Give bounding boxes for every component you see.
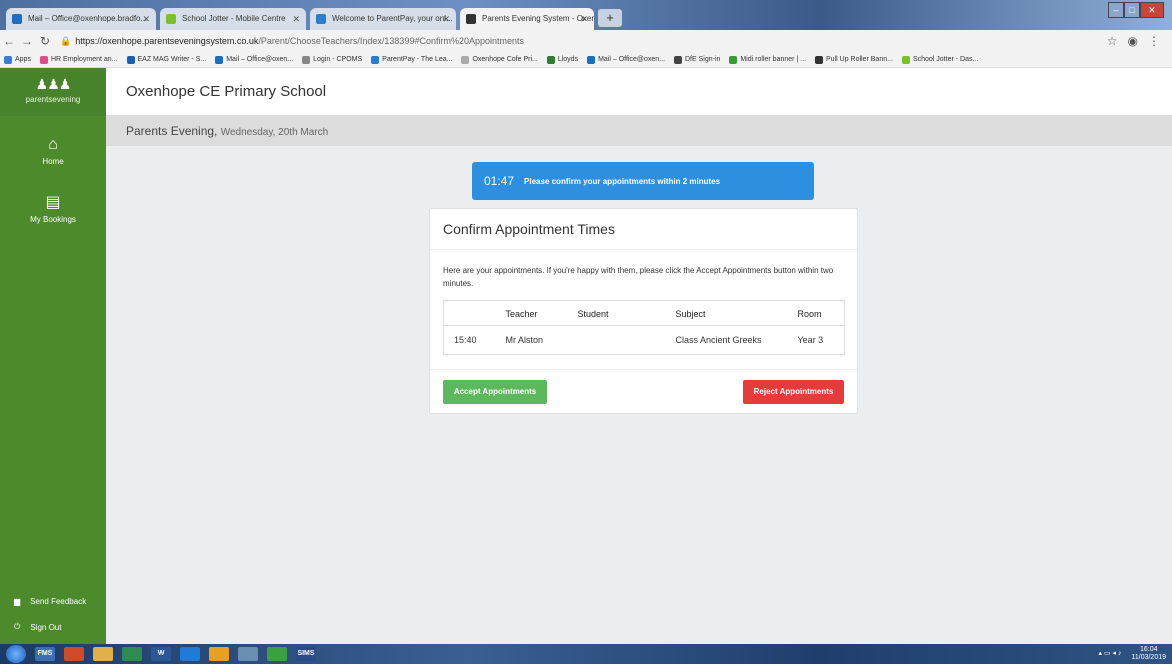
bookmark-item[interactable]: School Jotter - Das... [901,55,978,64]
bookmark-item[interactable]: EAZ MAG Writer - S... [126,55,206,64]
close-tab-icon[interactable]: ✕ [580,8,588,30]
sidebar-item-my-bookings[interactable]: ▤ My Bookings [0,192,106,224]
taskbar-ie-icon[interactable] [180,647,200,661]
person-favicon-icon [466,14,476,24]
star-icon[interactable]: ☆ [1107,34,1118,48]
reject-appointments-button[interactable]: Reject Appointments [743,380,844,404]
taskbar-chrome-icon[interactable] [209,647,229,661]
browser-tab-strip: Mail – Office@oxenhope.bradfo... ✕ Schoo… [0,0,1172,30]
clock[interactable]: 16:04 11/03/2019 [1131,646,1166,662]
countdown-message: Please confirm your appointments within … [524,176,721,186]
url-field[interactable]: 🔒 https://oxenhope.parentseveningsystem.c… [60,36,1107,47]
taskbar-folder-icon[interactable] [93,647,113,661]
taskbar-sims[interactable]: SIMS [296,647,316,661]
start-button-icon[interactable] [6,645,26,663]
instructions-text: Here are your appointments. If you're ha… [443,266,834,288]
bookmark-favicon-icon [587,55,596,64]
comment-icon: ▆ [14,597,21,606]
maximize-icon[interactable]: □ [1123,2,1140,18]
close-tab-icon[interactable]: ✕ [442,8,450,30]
bookmark-item[interactable]: Login - CPOMS [302,55,362,64]
taskbar-media-icon[interactable] [64,647,84,661]
tab-mail[interactable]: Mail – Office@oxenhope.bradfo... ✕ [6,8,156,30]
bookmark-item[interactable]: HR Employment an... [39,55,118,64]
new-tab-button[interactable]: + [598,9,622,27]
taskbar-word[interactable]: W [151,647,171,661]
forward-arrow-icon[interactable]: → [18,34,36,48]
bookmark-favicon-icon [815,55,824,64]
table-row: 15:40 Mr Alston Class Ancient Greeks Yea… [454,335,824,345]
bookmark-item[interactable]: Oxenhope Cofe Pri... [461,55,538,64]
countdown-banner: 01:47 Please confirm your appointments w… [472,162,814,200]
os-taskbar: FMS W SIMS ▴ ▭ ◂ ♪ 16:04 11/03/2019 [0,644,1172,664]
back-arrow-icon[interactable]: ← [0,34,18,48]
window-controls: – □ ✕ [1108,2,1164,18]
logo[interactable]: ♟♟♟ parentsevening [0,68,106,116]
send-feedback-link[interactable]: ▆ Send Feedback [0,589,106,614]
minimize-icon[interactable]: – [1108,2,1124,18]
system-tray: ▴ ▭ ◂ ♪ 16:04 11/03/2019 [1099,646,1167,662]
bookmark-favicon-icon [215,55,224,64]
bookmark-item[interactable]: Mail – Office@oxen... [215,55,293,64]
bookmark-favicon-icon [461,55,470,64]
accept-appointments-button[interactable]: Accept Appointments [443,380,547,404]
parentpay-favicon-icon [316,14,326,24]
menu-kebab-icon[interactable]: ⋮ [1148,34,1160,48]
address-bar: ← → ↻ 🔒 https://oxenhope.parentseveningsy… [0,30,1172,52]
lock-icon: 🔒 [60,35,72,46]
bookmark-item[interactable]: Pull Up Roller Bann... [815,55,893,64]
taskbar-app-icon[interactable] [238,647,258,661]
page-header: Oxenhope CE Primary School [106,68,1172,116]
taskbar-excel-icon[interactable] [122,647,142,661]
bookmark-favicon-icon [901,55,910,64]
bookmark-item[interactable]: ParentPay - The Lea... [371,55,452,64]
tab-parents-evening[interactable]: Parents Evening System - Oxenh... ✕ [460,8,594,30]
main-content: 01:47 Please confirm your appointments w… [106,146,1172,644]
apps-grid-icon [4,55,12,64]
tab-school-jotter[interactable]: School Jotter - Mobile Centre ✕ [160,8,306,30]
reload-icon[interactable]: ↻ [36,34,54,48]
sign-out-link[interactable]: ⏻ Sign Out [0,614,106,640]
bookmark-favicon-icon [39,55,48,64]
countdown-time: 01:47 [484,174,515,188]
close-window-icon[interactable]: ✕ [1139,2,1164,18]
close-tab-icon[interactable]: ✕ [142,8,150,30]
bookmark-favicon-icon [126,55,135,64]
appointments-table: Teacher Student Subject Room 15:40 Mr Al… [443,300,845,355]
bookmark-favicon-icon [371,55,380,64]
tray-icons[interactable]: ▴ ▭ ◂ ♪ [1099,650,1122,658]
power-icon: ⏻ [14,622,21,631]
close-tab-icon[interactable]: ✕ [292,8,300,30]
sidebar-item-home[interactable]: ⌂ Home [0,136,106,166]
sidebar: ♟♟♟ parentsevening ⌂ Home ▤ My Bookings … [0,68,106,644]
taskbar-fms[interactable]: FMS [35,647,55,661]
bookmark-item[interactable]: Midi roller banner | ... [729,55,806,64]
mail-favicon-icon [12,14,22,24]
bookmark-item[interactable]: Lloyds [546,55,578,64]
bookmark-item[interactable]: Mail – Office@oxen... [587,55,665,64]
table-header-row: Teacher Student Subject Room [443,300,845,326]
bookmark-favicon-icon [546,55,555,64]
bookmark-favicon-icon [729,55,738,64]
people-group-icon: ♟♟♟ [35,76,72,92]
home-icon: ⌂ [48,136,58,153]
bookmarks-bar: Apps HR Employment an... EAZ MAG Writer … [0,52,1172,68]
taskbar-app-icon[interactable] [267,647,287,661]
school-jotter-favicon-icon [166,14,176,24]
confirm-appointments-card: Confirm Appointment Times Here are your … [429,208,858,414]
bookmark-apps[interactable]: Apps [4,55,31,64]
bookmark-favicon-icon [302,55,311,64]
bookmark-item[interactable]: DfE Sign-in [673,55,720,64]
document-icon: ▤ [45,194,61,211]
card-footer: Accept Appointments Reject Appointments [430,369,857,415]
event-subheader: Parents Evening, Wednesday, 20th March [106,116,1172,146]
tab-parentpay[interactable]: Welcome to ParentPay, your onl... ✕ [310,8,456,30]
account-icon[interactable]: ◉ [1128,34,1138,48]
card-title: Confirm Appointment Times [430,209,857,250]
bookmark-favicon-icon [673,55,682,64]
app: ♟♟♟ parentsevening ⌂ Home ▤ My Bookings … [0,68,1172,644]
